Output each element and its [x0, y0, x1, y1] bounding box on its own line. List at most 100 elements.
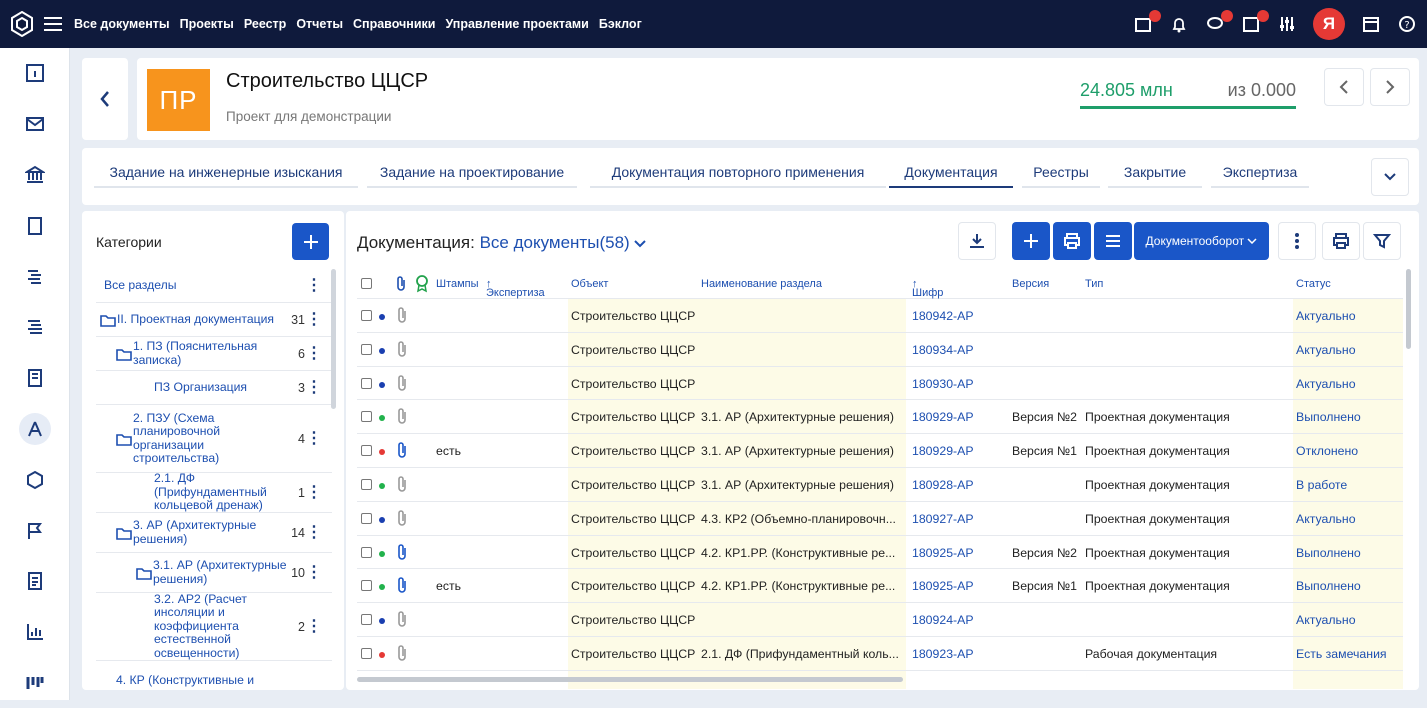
paperclip-icon[interactable]: [395, 408, 409, 426]
next-button[interactable]: [1370, 68, 1410, 106]
category-item[interactable]: II. Проектная документация 31 ⋮: [96, 303, 332, 337]
cell-status[interactable]: Есть замечания: [1296, 647, 1387, 661]
paperclip-icon[interactable]: [395, 476, 409, 494]
col-section[interactable]: Наименование раздела: [701, 278, 822, 290]
cell-status[interactable]: Актуально: [1296, 343, 1356, 357]
table-row[interactable]: Строительство ЦЦСР 180942-АР Актуально: [357, 299, 1403, 333]
cell-code-link[interactable]: 180924-АР: [912, 613, 974, 627]
table-row[interactable]: Строительство ЦЦСР 2.1. ДФ (Прифундаментн…: [357, 637, 1403, 671]
cell-status[interactable]: Выполнено: [1296, 546, 1361, 560]
tab-reuse-docs[interactable]: Документация повторного применения: [590, 164, 886, 188]
add-category-button[interactable]: [292, 223, 329, 260]
book-icon[interactable]: [0, 353, 70, 404]
calculator-icon[interactable]: [0, 200, 70, 251]
cell-code-link[interactable]: 180923-АР: [912, 647, 974, 661]
cell-status[interactable]: Актуально: [1296, 377, 1356, 391]
col-type[interactable]: Тип: [1085, 278, 1103, 290]
cell-code-link[interactable]: 180929-АР: [912, 410, 974, 424]
menu-item[interactable]: Бэклог: [599, 17, 642, 31]
row-checkbox[interactable]: [361, 580, 372, 592]
col-status[interactable]: Статус: [1296, 278, 1331, 290]
category-item[interactable]: ПЗ Организация 3 ⋮: [96, 371, 332, 405]
table-row[interactable]: Строительство ЦЦСР 3.1. АР (Архитектурные…: [357, 400, 1403, 435]
kebab-icon[interactable]: ⋮: [306, 430, 322, 447]
tab-expertise[interactable]: Экспертиза: [1211, 164, 1309, 188]
table-h-scrollbar[interactable]: [357, 677, 903, 682]
paperclip-icon[interactable]: [395, 543, 409, 562]
table-v-scrollbar[interactable]: [1406, 269, 1411, 349]
kebab-icon[interactable]: ⋮: [306, 277, 322, 294]
select-all-checkbox[interactable]: [361, 278, 372, 289]
cell-code-link[interactable]: 180930-АР: [912, 377, 974, 391]
kebab-icon[interactable]: ⋮: [306, 524, 322, 541]
bank-icon[interactable]: [0, 150, 70, 201]
col-expertise[interactable]: Экспертиза ↑: [486, 278, 545, 299]
chat-icon[interactable]: [1205, 10, 1233, 34]
more-options-button[interactable]: [1278, 222, 1316, 260]
tasks-icon[interactable]: [1133, 10, 1161, 34]
category-item[interactable]: 2.1. ДФ (Прифундаментный кольцевой дрена…: [96, 472, 332, 513]
paperclip-icon[interactable]: [395, 341, 409, 359]
bell-icon[interactable]: [1169, 14, 1189, 34]
menu-item[interactable]: Проекты: [180, 17, 234, 31]
tab-design-task[interactable]: Задание на проектирование: [367, 164, 577, 188]
menu-item[interactable]: Управление проектами: [445, 17, 588, 31]
kebab-icon[interactable]: ⋮: [306, 379, 322, 396]
help-icon[interactable]: ?: [1397, 14, 1417, 34]
row-checkbox[interactable]: [361, 377, 372, 389]
mail-icon[interactable]: [0, 99, 70, 150]
kebab-icon[interactable]: ⋮: [306, 484, 322, 501]
table-row[interactable]: Строительство ЦЦСР 180930-АР Актуально: [357, 367, 1403, 401]
documents-filter-select[interactable]: Все документы(58): [480, 233, 647, 252]
paperclip-icon[interactable]: [395, 510, 409, 528]
tabs-more-button[interactable]: [1371, 158, 1409, 196]
paperclip-icon[interactable]: [395, 442, 409, 460]
category-item[interactable]: 3.2. АР2 (Расчет инсоляции и коэффициент…: [96, 592, 332, 661]
category-item[interactable]: 2. ПЗУ (Схема планировочной организации …: [96, 405, 332, 473]
cell-code-link[interactable]: 180934-АР: [912, 343, 974, 357]
menu-list-button[interactable]: [1094, 222, 1132, 260]
cell-status[interactable]: Актуально: [1296, 309, 1356, 323]
bar-chart-icon[interactable]: [0, 607, 70, 658]
kebab-icon[interactable]: ⋮: [306, 564, 322, 581]
cube-icon[interactable]: [0, 454, 70, 505]
row-checkbox[interactable]: [361, 512, 372, 524]
cell-status[interactable]: Актуально: [1296, 512, 1356, 526]
settings-sliders-icon[interactable]: [1277, 14, 1297, 34]
table-row[interactable]: есть Строительство ЦЦСР 3.1. АР (Архитекту…: [357, 434, 1403, 468]
back-button[interactable]: [82, 58, 128, 140]
category-item[interactable]: Все разделы ⋮: [96, 269, 332, 303]
row-checkbox[interactable]: [361, 648, 372, 659]
kanban-icon[interactable]: [0, 658, 70, 708]
category-item[interactable]: 1. ПЗ (Пояснительная записка) 6 ⋮: [96, 337, 332, 371]
kebab-icon[interactable]: ⋮: [306, 618, 322, 635]
row-checkbox[interactable]: [361, 411, 372, 423]
paperclip-icon[interactable]: [395, 374, 409, 393]
category-item[interactable]: 3. АР (Архитектурные решения) 14 ⋮: [96, 513, 332, 553]
cell-code-link[interactable]: 180925-АР: [912, 579, 974, 593]
calendar-icon[interactable]: [1361, 14, 1381, 34]
download-button[interactable]: [958, 222, 996, 260]
col-stamps[interactable]: Штампы: [436, 278, 479, 290]
docflow-button[interactable]: Документооборот: [1134, 222, 1269, 260]
app-logo-icon[interactable]: [0, 0, 44, 48]
table-row[interactable]: Строительство ЦЦСР 180924-АР Актуально: [357, 603, 1403, 637]
kebab-icon[interactable]: ⋮: [306, 311, 322, 328]
cell-status[interactable]: Отклонено: [1296, 444, 1358, 458]
tab-closing[interactable]: Закрытие: [1108, 164, 1202, 188]
col-object[interactable]: Объект: [571, 278, 608, 290]
table-row[interactable]: есть Строительство ЦЦСР 4.2. КР1.РР. (Конс…: [357, 569, 1403, 604]
paperclip-icon[interactable]: [395, 307, 409, 325]
document-list-icon[interactable]: [0, 556, 70, 607]
cell-code-link[interactable]: 180942-АР: [912, 309, 974, 323]
tab-documentation[interactable]: Документация: [889, 164, 1013, 188]
menu-item[interactable]: Отчеты: [296, 17, 343, 31]
category-item[interactable]: 4. КР (Конструктивные и: [96, 661, 332, 690]
cell-code-link[interactable]: 180929-АР: [912, 444, 974, 458]
menu-item[interactable]: Все документы: [74, 17, 170, 31]
col-version[interactable]: Версия: [1012, 278, 1049, 290]
prev-button[interactable]: [1324, 68, 1364, 106]
kebab-icon[interactable]: ⋮: [306, 345, 322, 362]
col-code[interactable]: Шифр ↑: [912, 278, 943, 299]
row-checkbox[interactable]: [361, 479, 372, 490]
